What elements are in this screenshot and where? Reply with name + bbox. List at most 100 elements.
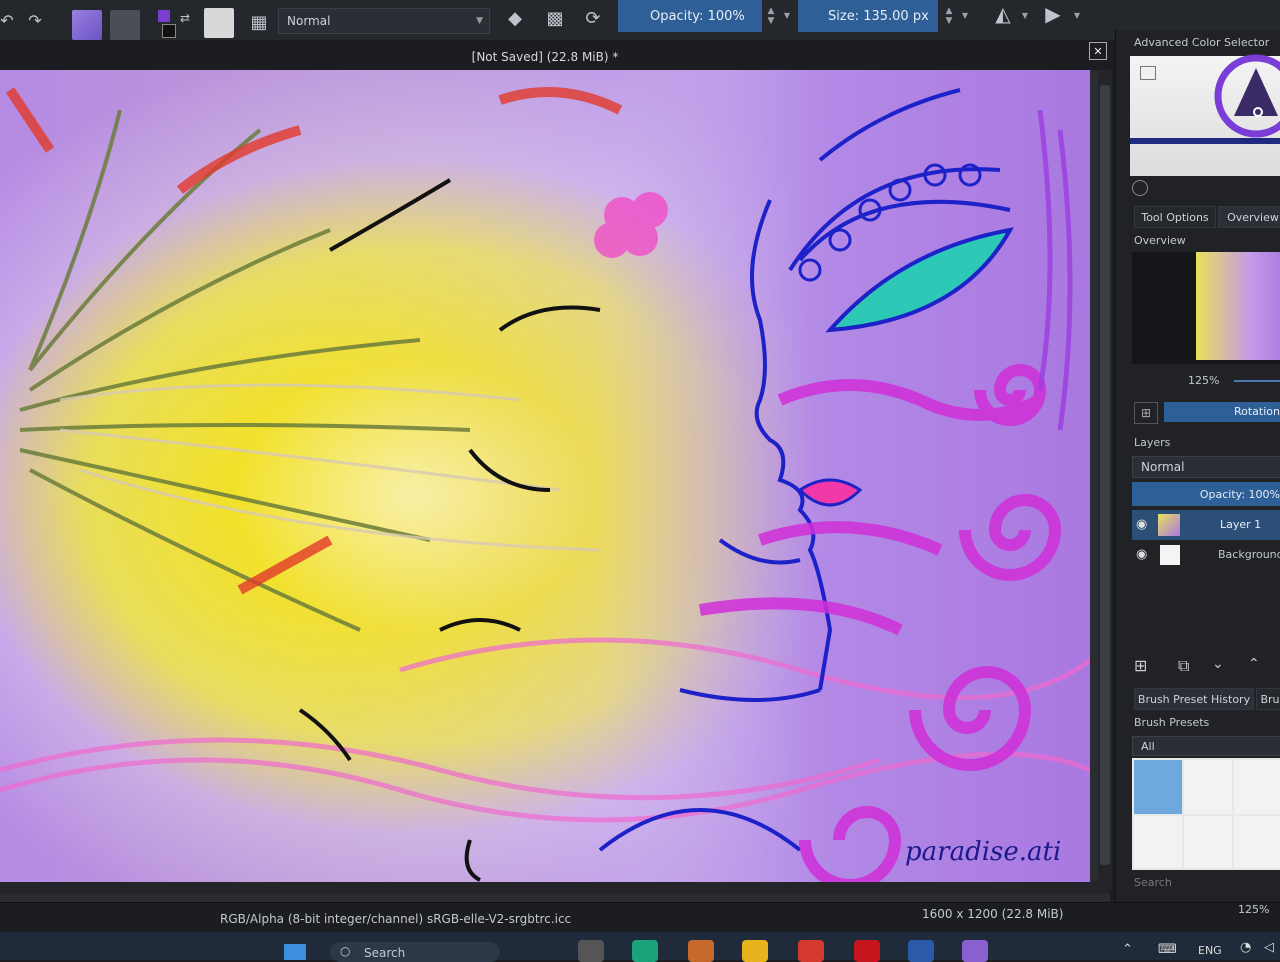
mirror-view-icon[interactable]: ⊞ (1134, 402, 1158, 424)
color-history-strip[interactable] (1130, 138, 1280, 144)
wifi-icon[interactable]: ◔ (1240, 940, 1251, 955)
brush-preset-item[interactable] (1134, 816, 1182, 868)
right-docker-panel: Advanced Color Selector Tool Options Ove… (1115, 30, 1280, 910)
layer-blend-mode-value: Normal (1141, 460, 1185, 474)
color-wheel[interactable] (1214, 54, 1280, 140)
alpha-lock-icon[interactable]: ▩ (542, 6, 568, 30)
swap-colors-icon[interactable]: ⇄ (172, 6, 198, 30)
move-layer-up-icon[interactable]: ⌃ (1248, 656, 1260, 672)
brush-preset-icon[interactable] (204, 8, 234, 38)
brush-presets-title: Brush Presets (1134, 716, 1210, 729)
chrome-icon[interactable] (798, 940, 824, 962)
brush-search-input[interactable]: Search (1134, 876, 1172, 889)
move-layer-down-icon[interactable]: ⌄ (1212, 656, 1224, 672)
layer-thumbnail (1158, 514, 1180, 536)
duplicate-layer-icon[interactable]: ⧉ (1178, 656, 1189, 676)
color-selector-settings-icon[interactable] (1140, 66, 1156, 80)
undo-icon[interactable]: ↶ (0, 8, 20, 32)
zoom-slider[interactable] (1234, 380, 1280, 382)
layer-row-layer1[interactable]: ◉ Layer 1 (1132, 510, 1280, 540)
layer-row-background[interactable]: ◉ Background (1132, 540, 1280, 570)
chevron-down-icon: ▼ (476, 16, 483, 26)
file-explorer-icon[interactable] (742, 940, 768, 962)
size-menu-icon[interactable]: ▼ (958, 2, 972, 30)
add-layer-icon[interactable]: ⊞ (1134, 656, 1147, 675)
artist-signature: paradise.ati (905, 837, 1062, 867)
visibility-eye-icon[interactable]: ◉ (1136, 547, 1147, 562)
mirror-horizontal-icon[interactable]: ◭ (990, 2, 1016, 26)
artwork (0, 70, 1090, 890)
brush-presets-grid (1132, 758, 1280, 870)
refresh-icon[interactable] (1132, 180, 1148, 196)
image-dimensions[interactable]: 1600 x 1200 (22.8 MiB) (922, 907, 1063, 921)
layer-opacity-label: Opacity: 100% (1199, 488, 1280, 501)
top-toolbar: ↶ ↷ ⇄ ▦ Normal ▼ ◆ ▩ ⟳ Opacity: 100% ▲ ▼ … (0, 0, 1280, 41)
opacity-label: Opacity: 100% (650, 8, 745, 24)
mirror-h-menu-icon[interactable]: ▼ (1018, 2, 1032, 30)
visibility-eye-icon[interactable]: ◉ (1136, 517, 1147, 532)
language-indicator[interactable]: ENG (1198, 944, 1222, 957)
volume-icon[interactable]: ◁ (1264, 940, 1274, 955)
keyboard-icon[interactable]: ⌨ (1158, 942, 1177, 957)
task-view-icon[interactable] (578, 940, 604, 962)
layers-title: Layers (1134, 436, 1171, 449)
gradient-swatch[interactable] (72, 10, 102, 40)
overview-thumbnail[interactable] (1196, 252, 1280, 360)
pattern-swatch[interactable] (110, 10, 140, 40)
brush-preset-item[interactable] (1234, 760, 1280, 814)
brush-preset-item[interactable] (1134, 760, 1182, 814)
edge-browser-icon[interactable] (632, 940, 658, 962)
brush-preset-item[interactable] (1234, 816, 1280, 868)
tray-chevron-up-icon[interactable]: ⌃ (1122, 942, 1133, 957)
canvas-area[interactable]: paradise.ati (0, 70, 1110, 902)
document-title: [Not Saved] (22.8 MiB) * (471, 50, 619, 64)
status-zoom[interactable]: 125% (1238, 903, 1269, 916)
brush-preset-item[interactable] (1184, 760, 1232, 814)
eraser-icon[interactable]: ◆ (502, 6, 528, 30)
horizontal-scrollbar[interactable] (0, 882, 1110, 894)
rotation-slider[interactable]: Rotation (1164, 402, 1280, 422)
tab-overview[interactable]: Overview (1218, 206, 1280, 228)
status-bar: RGB/Alpha (8-bit integer/channel) sRGB-e… (0, 902, 1280, 933)
overview-zoom: 125% (1188, 374, 1220, 387)
opera-icon[interactable] (854, 940, 880, 962)
taskbar-search-placeholder: Search (364, 946, 406, 960)
size-slider[interactable]: Size: 135.00 px (798, 0, 938, 32)
tab-brush-more[interactable]: Bru (1256, 688, 1280, 710)
size-label: Size: 135.00 px (828, 8, 929, 24)
layer-name: Layer 1 (1220, 518, 1262, 531)
rotation-label: Rotation (1233, 405, 1280, 418)
search-icon: ○ (340, 944, 351, 958)
overview-title: Overview (1134, 234, 1186, 247)
krita-icon[interactable] (962, 940, 988, 962)
layer-opacity-slider[interactable]: Opacity: 100% (1132, 482, 1280, 506)
mirror-v-menu-icon[interactable]: ▼ (1070, 2, 1084, 30)
blend-mode-value: Normal (287, 14, 331, 28)
store-icon[interactable] (688, 940, 714, 962)
size-spinner[interactable]: ▲ ▼ (942, 2, 956, 30)
windows-start-icon[interactable] (284, 944, 306, 960)
brush-tag-value: All (1141, 739, 1155, 753)
reload-preset-icon[interactable]: ⟳ (580, 6, 606, 30)
word-icon[interactable] (908, 940, 934, 962)
opacity-menu-icon[interactable]: ▼ (780, 2, 794, 30)
layer-name: Background (1218, 548, 1280, 561)
layer-thumbnail (1160, 545, 1180, 565)
taskbar-search-box[interactable]: ○ Search (330, 942, 500, 962)
color-profile-info: RGB/Alpha (8-bit integer/channel) sRGB-e… (220, 912, 572, 926)
brush-tag-filter[interactable]: All (1132, 736, 1280, 756)
grid-icon[interactable]: ▦ (246, 10, 272, 34)
layer-blend-mode-select[interactable]: Normal (1132, 456, 1280, 478)
blend-mode-select[interactable]: Normal ▼ (278, 8, 490, 34)
opacity-spinner[interactable]: ▲ ▼ (764, 2, 778, 30)
mirror-vertical-icon[interactable]: ▶ (1040, 2, 1066, 26)
tab-tool-options[interactable]: Tool Options (1134, 206, 1216, 228)
redo-icon[interactable]: ↷ (22, 8, 48, 32)
foreground-color-swatch[interactable] (158, 10, 170, 22)
brush-preset-item[interactable] (1184, 816, 1232, 868)
tab-brush-preset-history[interactable]: Brush Preset History (1134, 688, 1254, 710)
close-document-icon[interactable]: ✕ (1089, 42, 1107, 60)
opacity-slider[interactable]: Opacity: 100% (618, 0, 762, 32)
vertical-scrollbar-thumb[interactable] (1100, 85, 1110, 865)
color-selector-title: Advanced Color Selector (1134, 36, 1270, 49)
